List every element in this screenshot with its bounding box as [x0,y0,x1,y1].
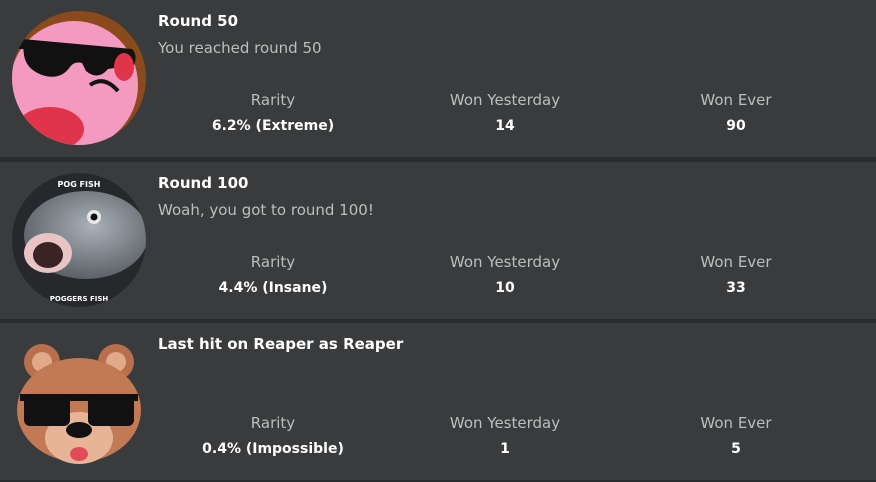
won-ever-label: Won Ever [700,253,772,271]
badge-card[interactable]: Round 50 You reached round 50 Rarity 6.2… [0,0,876,157]
won-yesterday-label: Won Yesterday [449,91,561,109]
badge-list: Round 50 You reached round 50 Rarity 6.2… [0,0,876,482]
won-yesterday-value: 1 [500,441,510,457]
badge-card[interactable]: POG FISH POGGERS FISH Round 100 Woah, yo… [0,162,876,319]
won-ever-stat: Won Ever 33 [616,254,856,297]
won-ever-label: Won Ever [700,414,772,432]
rarity-stat: Rarity 4.4% (Insane) [153,254,393,297]
won-yesterday-stat: Won Yesterday 1 [385,415,625,458]
rarity-value: 4.4% (Insane) [218,280,328,296]
won-yesterday-label: Won Yesterday [449,253,561,271]
rarity-value: 0.4% (Impossible) [202,441,344,457]
icon-caption-bottom: POGGERS FISH [50,295,109,303]
badge-description: You reached round 50 [158,39,322,57]
won-ever-stat: Won Ever 5 [616,415,856,458]
won-yesterday-stat: Won Yesterday 14 [385,92,625,135]
rarity-stat: Rarity 6.2% (Extreme) [153,92,393,135]
rarity-stat: Rarity 0.4% (Impossible) [153,415,393,458]
badge-title[interactable]: Round 50 [158,12,238,30]
badge-description: Woah, you got to round 100! [158,201,374,219]
won-ever-label: Won Ever [700,91,772,109]
won-yesterday-label: Won Yesterday [449,414,561,432]
rarity-label: Rarity [250,91,296,109]
won-ever-stat: Won Ever 90 [616,92,856,135]
bear-sunglasses-icon[interactable] [12,334,146,468]
badge-card[interactable]: Last hit on Reaper as Reaper Rarity 0.4%… [0,323,876,480]
won-ever-value: 5 [731,441,741,457]
rarity-label: Rarity [250,253,296,271]
pink-face-sunglasses-icon[interactable] [12,11,146,145]
won-yesterday-stat: Won Yesterday 10 [385,254,625,297]
won-ever-value: 33 [726,280,746,296]
rarity-label: Rarity [250,414,296,432]
won-ever-value: 90 [726,118,746,134]
won-yesterday-value: 10 [495,280,515,296]
pog-fish-icon[interactable]: POG FISH POGGERS FISH [12,173,146,307]
badge-title[interactable]: Round 100 [158,174,248,192]
badge-title[interactable]: Last hit on Reaper as Reaper [158,335,403,353]
won-yesterday-value: 14 [495,118,515,134]
rarity-value: 6.2% (Extreme) [211,118,335,134]
icon-caption-top: POG FISH [58,180,101,189]
